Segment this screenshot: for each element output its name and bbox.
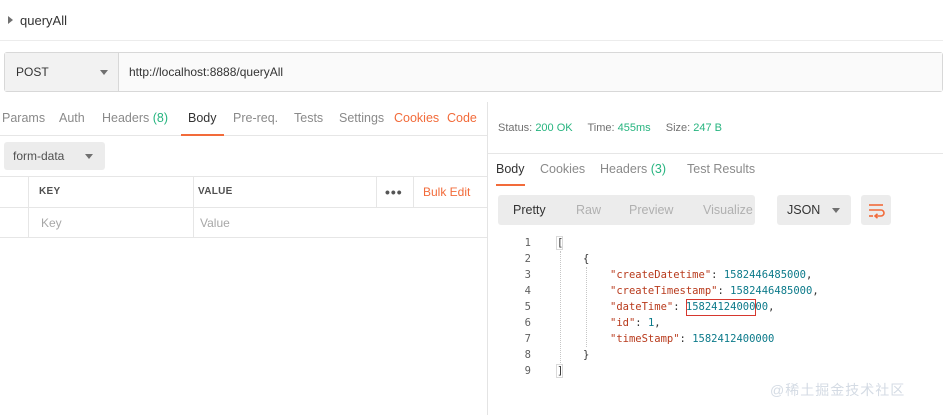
- status-label: Status:: [498, 122, 533, 134]
- wrap-lines-button[interactable]: [861, 195, 891, 225]
- json-value: 1582412400000: [692, 333, 775, 345]
- table-row: Key Value: [0, 207, 487, 238]
- table-header-row: KEY VALUE ••• Bulk Edit: [0, 176, 487, 207]
- line-number: 7: [524, 333, 531, 345]
- line-number: 5: [524, 301, 531, 313]
- chevron-down-icon: [100, 69, 108, 75]
- value-column-header: VALUE: [198, 186, 233, 197]
- json-value: 1582446485000: [730, 285, 813, 297]
- tab-params[interactable]: Params: [2, 102, 45, 136]
- tab-headers[interactable]: Headers (8): [102, 102, 168, 136]
- tab-auth[interactable]: Auth: [59, 102, 85, 136]
- indent-guide: [586, 267, 587, 347]
- response-tabs: Body Cookies Headers (3) Test Results: [488, 153, 943, 186]
- code-line: }: [583, 349, 590, 361]
- line-number: 2: [524, 253, 531, 265]
- method-select[interactable]: POST: [5, 53, 119, 91]
- line-number: 9: [524, 365, 531, 377]
- size-value: 247 B: [693, 122, 723, 134]
- column-divider: [28, 177, 29, 207]
- line-number: 3: [524, 269, 531, 281]
- tab-response-headers-count: (3): [650, 162, 667, 176]
- view-raw-button[interactable]: Raw: [576, 195, 601, 225]
- column-divider: [376, 177, 377, 207]
- time-label: Time:: [587, 122, 615, 134]
- column-divider: [193, 177, 194, 207]
- json-value: 1: [647, 317, 655, 329]
- tab-response-body[interactable]: Body: [496, 154, 525, 186]
- key-column-header: KEY: [39, 186, 61, 197]
- indent-guide: [560, 251, 561, 363]
- view-pretty-button[interactable]: Pretty: [513, 195, 546, 225]
- tab-headers-label: Headers: [102, 111, 150, 125]
- tab-response-headers-label: Headers: [600, 162, 648, 176]
- column-divider: [193, 208, 194, 238]
- tab-response-headers[interactable]: Headers (3): [600, 154, 666, 186]
- json-value: 1582446485000: [723, 269, 806, 281]
- json-key: "createTimestamp": [610, 285, 718, 297]
- tab-code[interactable]: Code: [447, 102, 477, 136]
- code-line: [: [557, 237, 564, 249]
- key-input[interactable]: Key: [41, 208, 189, 238]
- chevron-down-icon: [85, 153, 93, 159]
- bulk-edit-link[interactable]: Bulk Edit: [423, 177, 470, 207]
- json-key: "timeStamp": [610, 333, 680, 345]
- tab-body[interactable]: Body: [181, 102, 224, 136]
- response-status: Status: 200 OK Time: 455ms Size: 247 B: [498, 122, 722, 134]
- code-line: "createTimestamp": 1582446485000,: [610, 285, 819, 297]
- code-line: {: [583, 253, 590, 265]
- size-label: Size:: [665, 122, 691, 134]
- line-number: 6: [524, 317, 531, 329]
- tab-headers-count: (8): [152, 111, 169, 125]
- status-value: 200 OK: [535, 122, 573, 134]
- time-value: 455ms: [617, 122, 651, 134]
- format-value: JSON: [787, 203, 821, 217]
- wrap-lines-icon: [869, 204, 885, 219]
- line-number: 1: [524, 237, 531, 249]
- watermark: @稀土掘金技术社区: [770, 382, 906, 398]
- view-mode-bar: Pretty Raw Preview Visualize: [498, 195, 755, 225]
- format-select[interactable]: JSON: [777, 195, 851, 225]
- code-line: ]: [557, 365, 564, 377]
- response-pane: Status: 200 OK Time: 455ms Size: 247 B B…: [488, 102, 943, 415]
- request-name: queryAll: [20, 12, 67, 28]
- code-line: "id": 1,: [610, 317, 661, 329]
- highlight-box: [686, 299, 756, 316]
- url-bar: POST http://localhost:8888/queryAll: [4, 52, 943, 92]
- divider: [0, 40, 943, 41]
- column-divider: [28, 208, 29, 238]
- code-line: "createDatetime": 1582446485000,: [610, 269, 813, 281]
- json-key: "id": [610, 317, 636, 329]
- request-title-bar[interactable]: queryAll: [0, 0, 943, 40]
- column-divider: [413, 177, 414, 207]
- url-input[interactable]: http://localhost:8888/queryAll: [119, 53, 942, 91]
- view-visualize-button[interactable]: Visualize: [703, 195, 753, 225]
- view-preview-button[interactable]: Preview: [629, 195, 673, 225]
- method-value: POST: [16, 65, 49, 79]
- request-pane: Params Auth Headers (8) Body Pre-req. Te…: [0, 102, 487, 415]
- line-number: 8: [524, 349, 531, 361]
- more-options-icon[interactable]: •••: [385, 177, 403, 207]
- tab-tests[interactable]: Tests: [294, 102, 323, 136]
- json-key: "dateTime": [610, 301, 674, 313]
- json-key: "createDatetime": [610, 269, 712, 281]
- tab-settings[interactable]: Settings: [339, 102, 384, 136]
- value-input[interactable]: Value: [200, 208, 480, 238]
- body-mode-value: form-data: [13, 149, 65, 163]
- request-tabs: Params Auth Headers (8) Body Pre-req. Te…: [0, 102, 487, 136]
- code-line: "timeStamp": 1582412400000: [610, 333, 775, 345]
- tab-cookies[interactable]: Cookies: [394, 102, 439, 136]
- form-data-table: KEY VALUE ••• Bulk Edit Key Value: [0, 176, 487, 238]
- tab-response-cookies[interactable]: Cookies: [540, 154, 585, 186]
- tab-prereq[interactable]: Pre-req.: [233, 102, 278, 136]
- chevron-down-icon: [832, 207, 840, 213]
- tab-test-results[interactable]: Test Results: [687, 154, 755, 186]
- caret-right-icon[interactable]: [8, 16, 13, 24]
- body-mode-select[interactable]: form-data: [4, 142, 105, 170]
- line-number: 4: [524, 285, 531, 297]
